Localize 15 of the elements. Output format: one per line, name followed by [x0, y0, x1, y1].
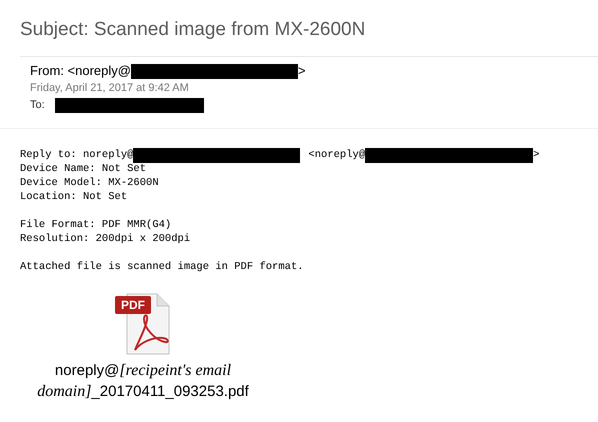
attachment-file-name[interactable]: noreply@[recipeint's email domain]_20170411_093253.pdf [18, 360, 268, 402]
body-text: Reply to: noreply@ [20, 148, 134, 162]
body-text: Device Model: MX-2600N [20, 176, 160, 190]
sender-label: From: <noreply@ [30, 62, 131, 80]
body-text: Device Name: Not Set [20, 162, 148, 176]
recipient-label: To: [30, 98, 45, 114]
email-subject: Subject: Scanned image from MX-2600N [19, 18, 366, 42]
body-text: Location: Not Set [20, 190, 128, 204]
body-text: File Format: PDF MMR(G4) [20, 218, 172, 232]
sender-label: > [298, 62, 306, 80]
body-text: > [533, 148, 540, 162]
body-text: Attached file is scanned image in PDF format. [20, 260, 305, 274]
email-date: Friday, April 21, 2017 at 9:42 AM [30, 81, 190, 96]
body-text: Resolution: 200dpi x 200dpi [20, 232, 192, 246]
body-text: <noreply@ [308, 148, 366, 162]
